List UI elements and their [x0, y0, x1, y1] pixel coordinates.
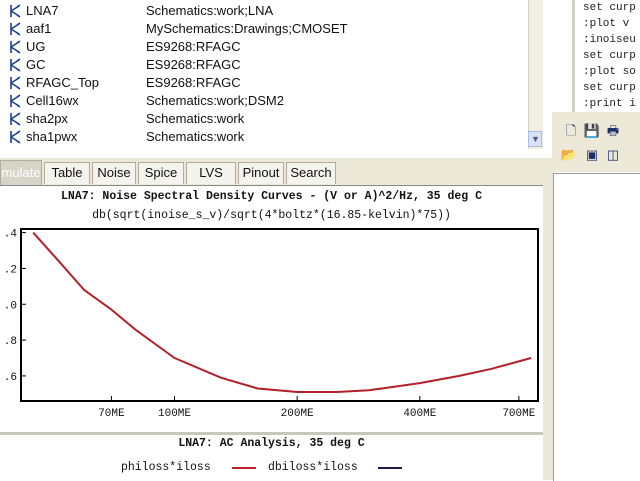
y-tick-label: .6	[4, 372, 17, 384]
legend-label-dbiloss: dbiloss*iloss	[268, 461, 358, 474]
new-file-icon[interactable]: 🗋	[562, 122, 580, 140]
console-line: :plot so	[583, 66, 636, 78]
y-tick-label: .2	[4, 264, 17, 276]
noise-chart[interactable]: 70ME 100ME 200ME 400ME 700ME .4 .2 .0 .8 .6	[0, 0, 543, 435]
legend-line-dbiloss	[378, 467, 402, 469]
y-tick-label: .0	[4, 300, 17, 312]
panel-icon[interactable]: ◫	[604, 146, 622, 164]
x-tick-label: 100ME	[158, 408, 191, 420]
console-line: :inoiseu	[583, 34, 636, 46]
legend-line-philoss	[232, 467, 256, 469]
toolbar: 🗋 💾 🖶 📂 ▣ ◫	[552, 112, 640, 172]
save-icon[interactable]: 💾	[583, 122, 601, 140]
command-console[interactable]: set curp :plot v :inoiseu set curp :plot so s…	[575, 0, 640, 110]
print-icon[interactable]: 🖶	[604, 122, 622, 140]
ac-analysis-title: LNA7: AC Analysis, 35 deg C	[178, 437, 365, 450]
console-line: set curp	[583, 50, 636, 62]
console-line: set curp	[583, 82, 636, 94]
console-line: set curp	[583, 2, 636, 14]
splitter[interactable]	[543, 158, 553, 480]
x-tick-label: 700ME	[502, 408, 535, 420]
console-line: :print i	[583, 98, 636, 110]
y-tick-label: .8	[4, 336, 17, 348]
save-all-icon[interactable]: ▣	[583, 146, 601, 164]
x-tick-label: 70ME	[98, 408, 125, 420]
y-tick-label: .4	[4, 229, 18, 241]
open-folder-icon[interactable]: 📂	[560, 146, 578, 164]
console-line: :plot v	[583, 18, 630, 30]
legend-label-philoss: philoss*iloss	[121, 461, 211, 474]
output-pane	[553, 173, 640, 481]
x-tick-label: 200ME	[281, 408, 314, 420]
x-tick-label: 400ME	[403, 408, 436, 420]
